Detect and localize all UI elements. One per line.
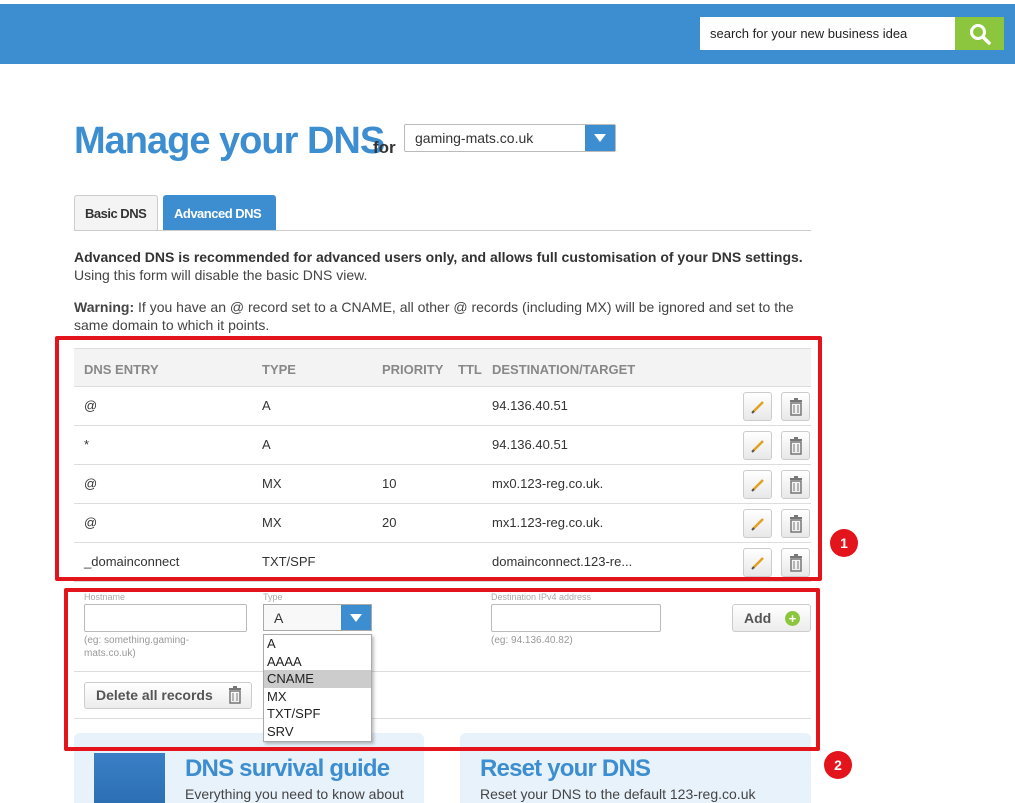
for-label: for — [373, 138, 396, 157]
warning-label: Warning: — [74, 299, 135, 315]
search-icon — [969, 23, 991, 45]
search-input[interactable]: search for your new business idea — [700, 17, 955, 50]
warning-body: If you have an @ record set to a CNAME, … — [74, 299, 794, 333]
domain-select[interactable]: gaming-mats.co.uk — [404, 124, 616, 152]
domain-select-value: gaming-mats.co.uk — [415, 130, 534, 146]
annotation-badge-1: 1 — [830, 529, 858, 557]
search-button[interactable] — [955, 17, 1004, 50]
intro-text: Advanced DNS is recommended for advanced… — [74, 248, 814, 284]
annotation-badge-2: 2 — [824, 751, 852, 779]
tab-divider — [74, 230, 811, 231]
card-subtitle: Reset your DNS to the default 123-reg.co… — [480, 786, 756, 802]
intro-note: Using this form will disable the basic D… — [74, 267, 368, 283]
tab-basic-dns[interactable]: Basic DNS — [74, 195, 158, 231]
warning-text: Warning: If you have an @ record set to … — [74, 298, 814, 334]
chevron-down-icon — [585, 125, 615, 151]
tab-advanced-dns[interactable]: Advanced DNS — [163, 195, 276, 231]
guide-thumbnail — [94, 753, 165, 803]
card-title: Reset your DNS — [480, 755, 651, 782]
page-title: Manage your DNS — [74, 120, 385, 162]
annotation-box-2 — [64, 588, 820, 751]
card-title: DNS survival guide — [185, 755, 390, 782]
card-subtitle: Everything you need to know about — [185, 786, 404, 802]
annotation-box-1 — [55, 336, 822, 581]
intro-bold: Advanced DNS is recommended for advanced… — [74, 249, 803, 265]
